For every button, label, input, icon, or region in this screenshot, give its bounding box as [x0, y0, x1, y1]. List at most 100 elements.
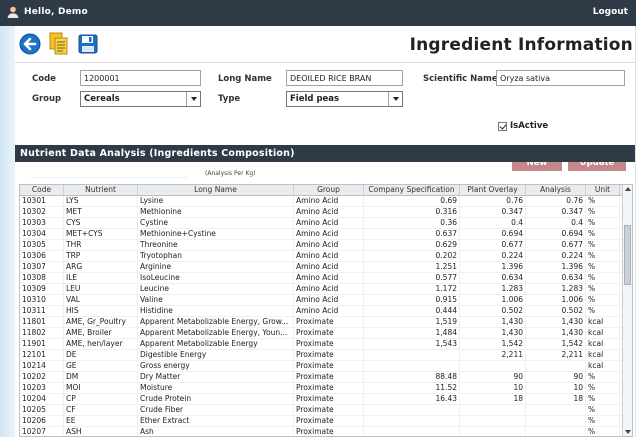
table-row[interactable]: 10306 TRP Tryotophan Amino Acid 0.202 0.224 0.… — [20, 251, 632, 262]
chevron-down-icon — [186, 92, 200, 106]
table-row[interactable]: 10305 THR Threonine Amino Acid 0.629 0.677 0.6… — [20, 240, 632, 251]
table-cell: Cystine — [138, 218, 294, 228]
column-header[interactable]: Unit — [586, 185, 620, 195]
column-header[interactable]: Company Specification — [364, 185, 460, 195]
column-header[interactable]: Long Name — [138, 185, 294, 195]
table-cell: 0.577 — [364, 273, 460, 283]
table-cell — [460, 405, 526, 415]
table-cell: 0.677 — [526, 240, 586, 250]
table-cell: % — [586, 240, 620, 250]
table-cell: % — [586, 306, 620, 316]
table-cell: 0.629 — [364, 240, 460, 250]
column-header[interactable]: Nutrient — [64, 185, 138, 195]
table-row[interactable]: 12101 DE Digestible Energy Proximate 2,211 2,… — [20, 350, 632, 361]
table-cell: 0.76 — [526, 196, 586, 206]
table-cell: Amino Acid — [294, 306, 364, 316]
table-cell: 0.637 — [364, 229, 460, 239]
table-row[interactable]: 11901 AME, hen/layer Apparent Metabolizabl… — [20, 339, 632, 350]
table-row[interactable]: 10309 LEU Leucine Amino Acid 1.172 1.283 1.283… — [20, 284, 632, 295]
group-selected-value: Cereals — [84, 94, 120, 104]
table-row[interactable]: 11802 AME, Broiler Apparent Metabolizable … — [20, 328, 632, 339]
table-cell: Amino Acid — [294, 207, 364, 217]
table-cell: 1,430 — [526, 328, 586, 338]
table-cell: Histidine — [138, 306, 294, 316]
table-cell: 0.444 — [364, 306, 460, 316]
table-cell: Amino Acid — [294, 251, 364, 261]
table-cell: 1.006 — [460, 295, 526, 305]
table-cell: 10206 — [20, 416, 64, 426]
table-row[interactable]: 10207 ASH Ash Proximate% — [20, 427, 632, 436]
table-cell: TRP — [64, 251, 138, 261]
table-cell: 16.43 — [364, 394, 460, 404]
logout-link[interactable]: Logout — [593, 7, 628, 17]
table-cell: 1,519 — [364, 317, 460, 327]
table-cell: 1,430 — [526, 317, 586, 327]
table-cell: Threonine — [138, 240, 294, 250]
scroll-down-icon[interactable] — [625, 430, 631, 434]
table-cell: AME, Broiler — [64, 328, 138, 338]
column-header[interactable]: Plant Overlay — [460, 185, 526, 195]
table-row[interactable]: 10307 ARG Arginine Amino Acid 1.251 1.396 1.39… — [20, 262, 632, 273]
table-cell: 10310 — [20, 295, 64, 305]
code-field[interactable] — [80, 70, 201, 86]
table-row[interactable]: 11801 AME, Gr_Poultry Apparent Metabolizab… — [20, 317, 632, 328]
table-cell: % — [586, 284, 620, 294]
table-cell: Proximate — [294, 350, 364, 360]
table-row[interactable]: 10206 EE Ether Extract Proximate% — [20, 416, 632, 427]
table-row[interactable]: 10205 CF Crude Fiber Proximate% — [20, 405, 632, 416]
table-row[interactable]: 10310 VAL Valine Amino Acid 0.915 1.006 1.006% — [20, 295, 632, 306]
table-cell — [364, 361, 460, 371]
table-cell: 0.502 — [526, 306, 586, 316]
table-row[interactable]: 10301 LYS Lysine Amino Acid 0.69 0.76 0.76% — [20, 196, 632, 207]
grid-scrollbar[interactable] — [622, 185, 632, 436]
type-select[interactable]: Field peas — [286, 91, 403, 107]
table-cell: 1.283 — [526, 284, 586, 294]
table-row[interactable]: 10311 HIS Histidine Amino Acid 0.444 0.502 0.5… — [20, 306, 632, 317]
table-cell: Crude Fiber — [138, 405, 294, 415]
table-cell: CP — [64, 394, 138, 404]
table-cell: HIS — [64, 306, 138, 316]
table-cell: 1.006 — [526, 295, 586, 305]
table-row[interactable]: 10308 ILE IsoLeucine Amino Acid 0.577 0.634 0.… — [20, 273, 632, 284]
scroll-thumb[interactable] — [624, 225, 631, 285]
table-cell: Amino Acid — [294, 295, 364, 305]
column-header[interactable]: Analysis — [526, 185, 586, 195]
table-cell: kcal — [586, 339, 620, 349]
scientific-name-field[interactable] — [496, 70, 625, 86]
top-bar: Hello, Demo Logout — [0, 0, 636, 26]
table-cell: % — [586, 229, 620, 239]
save-button[interactable] — [77, 32, 99, 56]
table-row[interactable]: 10204 CP Crude Protein Proximate 16.43 18 18% — [20, 394, 632, 405]
table-cell: 1.283 — [460, 284, 526, 294]
section-title: Nutrient Data Analysis (Ingredients Comp… — [15, 145, 635, 162]
table-row[interactable]: 10203 MOI Moisture Proximate 11.52 10 10% — [20, 383, 632, 394]
column-header[interactable]: Code — [20, 185, 64, 195]
table-cell: 90 — [526, 372, 586, 382]
table-row[interactable]: 10202 DM Dry Matter Proximate 88.48 90 90% — [20, 372, 632, 383]
scroll-up-icon[interactable] — [625, 187, 631, 191]
table-cell: Proximate — [294, 361, 364, 371]
table-cell: EE — [64, 416, 138, 426]
page-title: Ingredient Information — [409, 35, 633, 55]
group-select[interactable]: Cereals — [80, 91, 201, 107]
table-cell: 1.396 — [460, 262, 526, 272]
table-cell: Proximate — [294, 317, 364, 327]
table-cell: 0.224 — [526, 251, 586, 261]
copy-button[interactable] — [48, 32, 70, 56]
table-cell: GE — [64, 361, 138, 371]
table-cell — [526, 427, 586, 436]
table-cell: Digestible Energy — [138, 350, 294, 360]
table-row[interactable]: 10214 GE Gross energy Proximate kcal — [20, 361, 632, 372]
analysis-selector[interactable] — [31, 166, 189, 178]
column-header[interactable]: Group — [294, 185, 364, 195]
table-cell: 0.694 — [526, 229, 586, 239]
back-button[interactable] — [19, 32, 41, 56]
table-row[interactable]: 10302 MET Methionine Amino Acid 0.316 0.347 0.… — [20, 207, 632, 218]
table-cell — [526, 361, 586, 371]
table-cell: 0.634 — [460, 273, 526, 283]
table-cell: AME, hen/layer — [64, 339, 138, 349]
table-row[interactable]: 10304 MET+CYS Methionine+Cystine Amino Acid… — [20, 229, 632, 240]
is-active-checkbox[interactable]: IsActive — [498, 121, 548, 131]
table-row[interactable]: 10303 CYS Cystine Amino Acid 0.36 0.4 0.4% — [20, 218, 632, 229]
long-name-field[interactable] — [286, 70, 403, 86]
